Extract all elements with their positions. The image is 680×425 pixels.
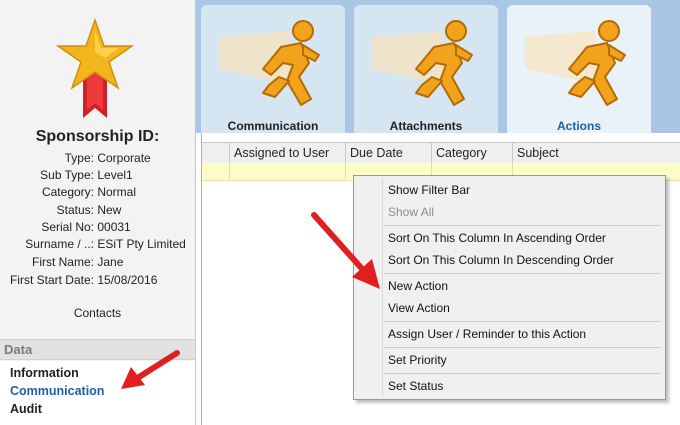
menu-item-show-filter-bar[interactable]: Show Filter Bar bbox=[388, 183, 470, 197]
running-man-icon bbox=[219, 20, 320, 106]
annotation-arrow bbox=[121, 350, 180, 389]
info-label: Category: bbox=[41, 185, 94, 199]
contacts-link[interactable]: Contacts bbox=[0, 306, 195, 320]
menu-item-view-action[interactable]: View Action bbox=[388, 301, 450, 315]
info-value: 15/08/2016 bbox=[97, 273, 158, 287]
info-value: ESiT Pty Limited bbox=[97, 237, 186, 251]
tab-actions[interactable]: Actions bbox=[507, 5, 651, 134]
menu-item-new-action[interactable]: New Action bbox=[388, 279, 448, 293]
info-value: Jane bbox=[97, 255, 124, 269]
column-assigned-to-user[interactable]: Assigned to User bbox=[229, 143, 345, 163]
info-label: Sub Type: bbox=[40, 168, 94, 182]
column-subject[interactable]: Subject bbox=[512, 143, 680, 163]
tab-communication[interactable]: Communication bbox=[201, 5, 345, 134]
data-item-information[interactable]: Information bbox=[10, 366, 79, 380]
menu-item-show-all: Show All bbox=[388, 205, 435, 219]
data-header-label: Data bbox=[4, 342, 33, 357]
menu-item-sort-descending[interactable]: Sort On This Column In Descending Order bbox=[388, 253, 614, 267]
data-item-audit[interactable]: Audit bbox=[10, 402, 42, 416]
menu-separator bbox=[384, 373, 661, 374]
info-value: Corporate bbox=[97, 151, 151, 165]
info-value: Level1 bbox=[97, 168, 133, 182]
menu-separator bbox=[384, 273, 661, 274]
menu-separator bbox=[384, 321, 661, 322]
menu-item-set-priority[interactable]: Set Priority bbox=[388, 353, 447, 367]
info-first-start-date: First Start Date: 15/08/2016 bbox=[0, 273, 195, 287]
context-menu: Show Filter Bar Show All Sort On This Co… bbox=[353, 175, 666, 400]
info-label: First Name: bbox=[31, 255, 94, 269]
menu-item-sort-ascending[interactable]: Sort On This Column In Ascending Order bbox=[388, 231, 606, 245]
tab-attachments[interactable]: Attachments bbox=[354, 5, 498, 134]
running-man-icon bbox=[525, 20, 626, 106]
info-label: Status: bbox=[56, 203, 94, 217]
tab-strip: Communication Attachments Actions bbox=[196, 0, 680, 134]
info-surname: Surname / ..: ESiT Pty Limited bbox=[0, 237, 195, 251]
column-category[interactable]: Category bbox=[431, 143, 512, 163]
info-value: 00031 bbox=[97, 220, 131, 234]
menu-item-set-status[interactable]: Set Status bbox=[388, 379, 443, 393]
info-sub-type: Sub Type: Level1 bbox=[0, 168, 195, 182]
menu-separator bbox=[384, 225, 661, 226]
data-item-communication[interactable]: Communication bbox=[10, 384, 104, 398]
info-serial-no: Serial No: 00031 bbox=[0, 220, 195, 234]
menu-separator bbox=[384, 347, 661, 348]
filter-cell[interactable] bbox=[229, 163, 345, 180]
grid-header: Assigned to User Due Date Category Subje… bbox=[202, 142, 680, 164]
info-label: First Start Date: bbox=[9, 273, 94, 287]
info-value: Normal bbox=[97, 185, 137, 199]
tab-label: Communication bbox=[227, 119, 319, 133]
tab-label: Attachments bbox=[389, 119, 463, 133]
tab-label: Actions bbox=[556, 119, 601, 133]
running-man-icon bbox=[372, 20, 473, 106]
menu-item-assign-user-reminder[interactable]: Assign User / Reminder to this Action bbox=[388, 327, 586, 341]
info-category: Category: Normal bbox=[0, 185, 195, 199]
sponsorship-id-title: Sponsorship ID: bbox=[35, 128, 160, 145]
info-label: Serial No: bbox=[41, 220, 94, 234]
star-medal-icon bbox=[55, 17, 135, 128]
info-value: New bbox=[97, 203, 122, 217]
info-type: Type: Corporate bbox=[0, 151, 195, 165]
info-status: Status: New bbox=[0, 203, 195, 217]
annotation-arrow bbox=[311, 212, 380, 289]
info-label: Surname / ..: bbox=[25, 237, 94, 251]
column-due-date[interactable]: Due Date bbox=[345, 143, 431, 163]
info-first-name: First Name: Jane bbox=[0, 255, 195, 269]
info-label: Type: bbox=[64, 151, 94, 165]
